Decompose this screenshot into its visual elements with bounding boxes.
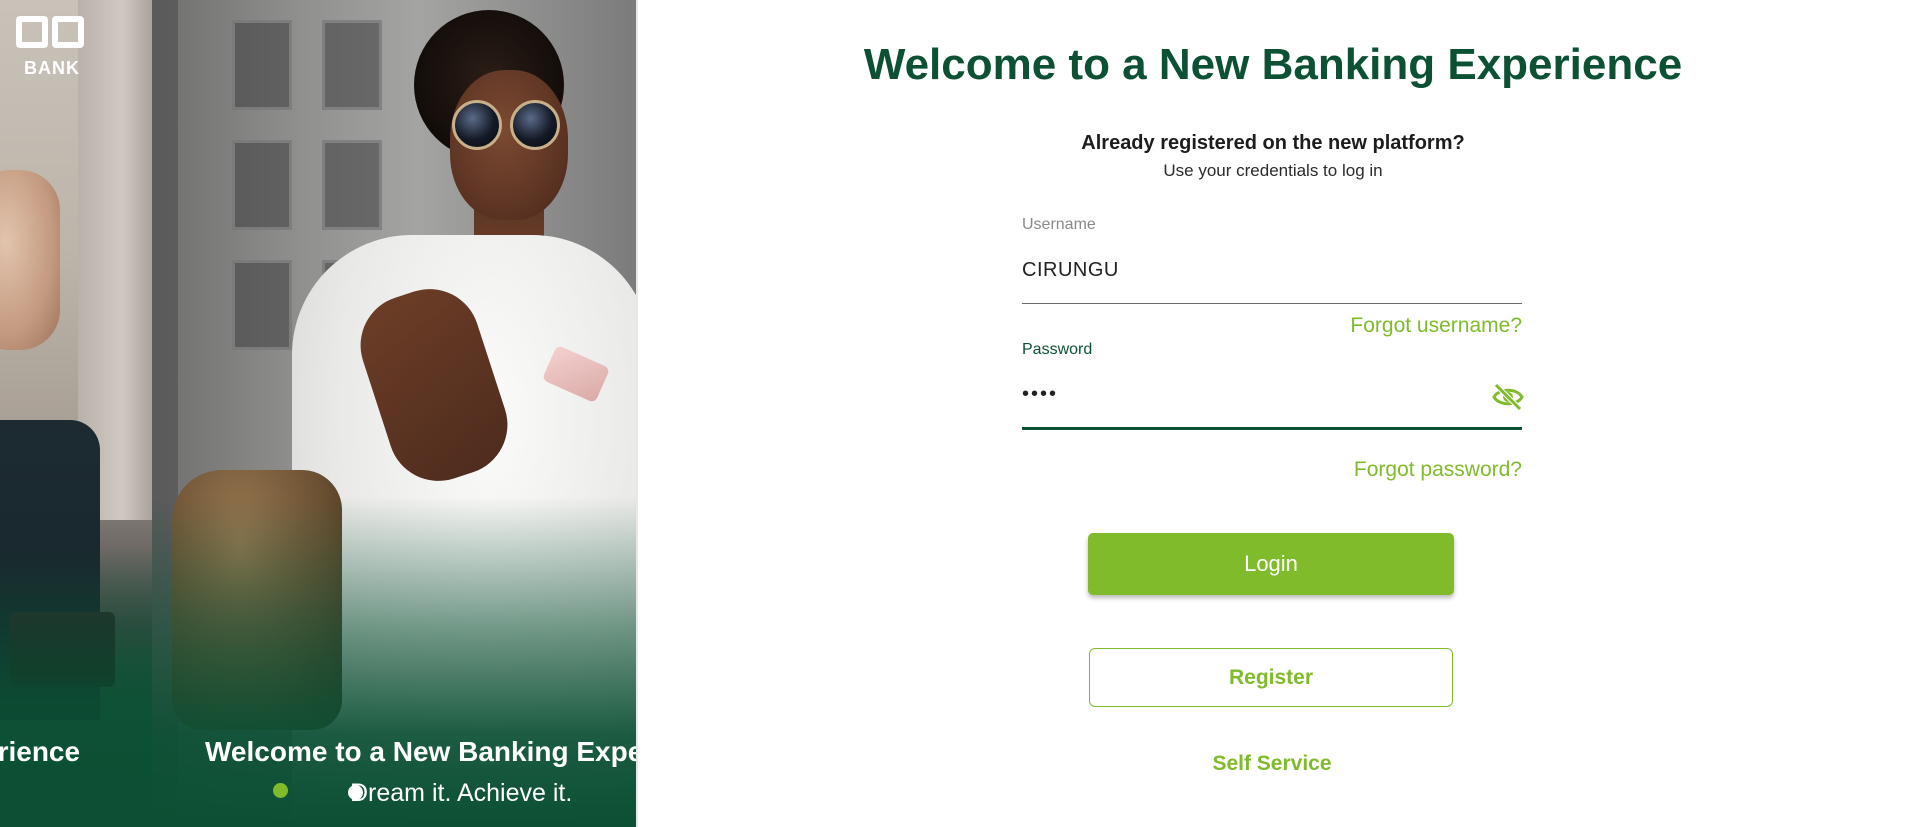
username-underline (1022, 303, 1522, 304)
logo-mark-icon (14, 14, 90, 62)
bank-logo[interactable]: BANK (14, 14, 90, 78)
login-page: erience Welcome to a New Banking Expe Dr… (0, 0, 1908, 827)
forgot-password-link[interactable]: Forgot password? (1354, 458, 1522, 482)
login-button[interactable]: Login (1088, 533, 1454, 595)
username-field[interactable] (1022, 248, 1522, 292)
hero-subcaption: Dream it. Achieve it. (350, 779, 573, 807)
hero-caption: Welcome to a New Banking Expe (205, 736, 636, 767)
register-button[interactable]: Register (1089, 648, 1453, 707)
username-label: Username (1022, 216, 1096, 233)
hero-slide-previous (0, 0, 152, 827)
hero-carousel: erience Welcome to a New Banking Expe Dr… (0, 0, 636, 827)
login-panel: Welcome to a New Banking Experience Alre… (638, 0, 1908, 827)
logo-wordmark: BANK (24, 58, 80, 78)
hero-caption-previous: erience (0, 736, 81, 767)
hero-slide-current (152, 0, 636, 827)
self-service-link[interactable]: Self Service (1022, 752, 1522, 776)
carousel-dot-1[interactable] (273, 783, 288, 798)
eye-slash-icon[interactable] (1492, 383, 1524, 411)
password-underline (1022, 427, 1522, 430)
forgot-username-link[interactable]: Forgot username? (1350, 314, 1522, 338)
login-form: Username Forgot username? Password Forgo… (1022, 0, 1524, 827)
password-field[interactable] (1022, 372, 1482, 416)
password-label: Password (1022, 341, 1093, 358)
